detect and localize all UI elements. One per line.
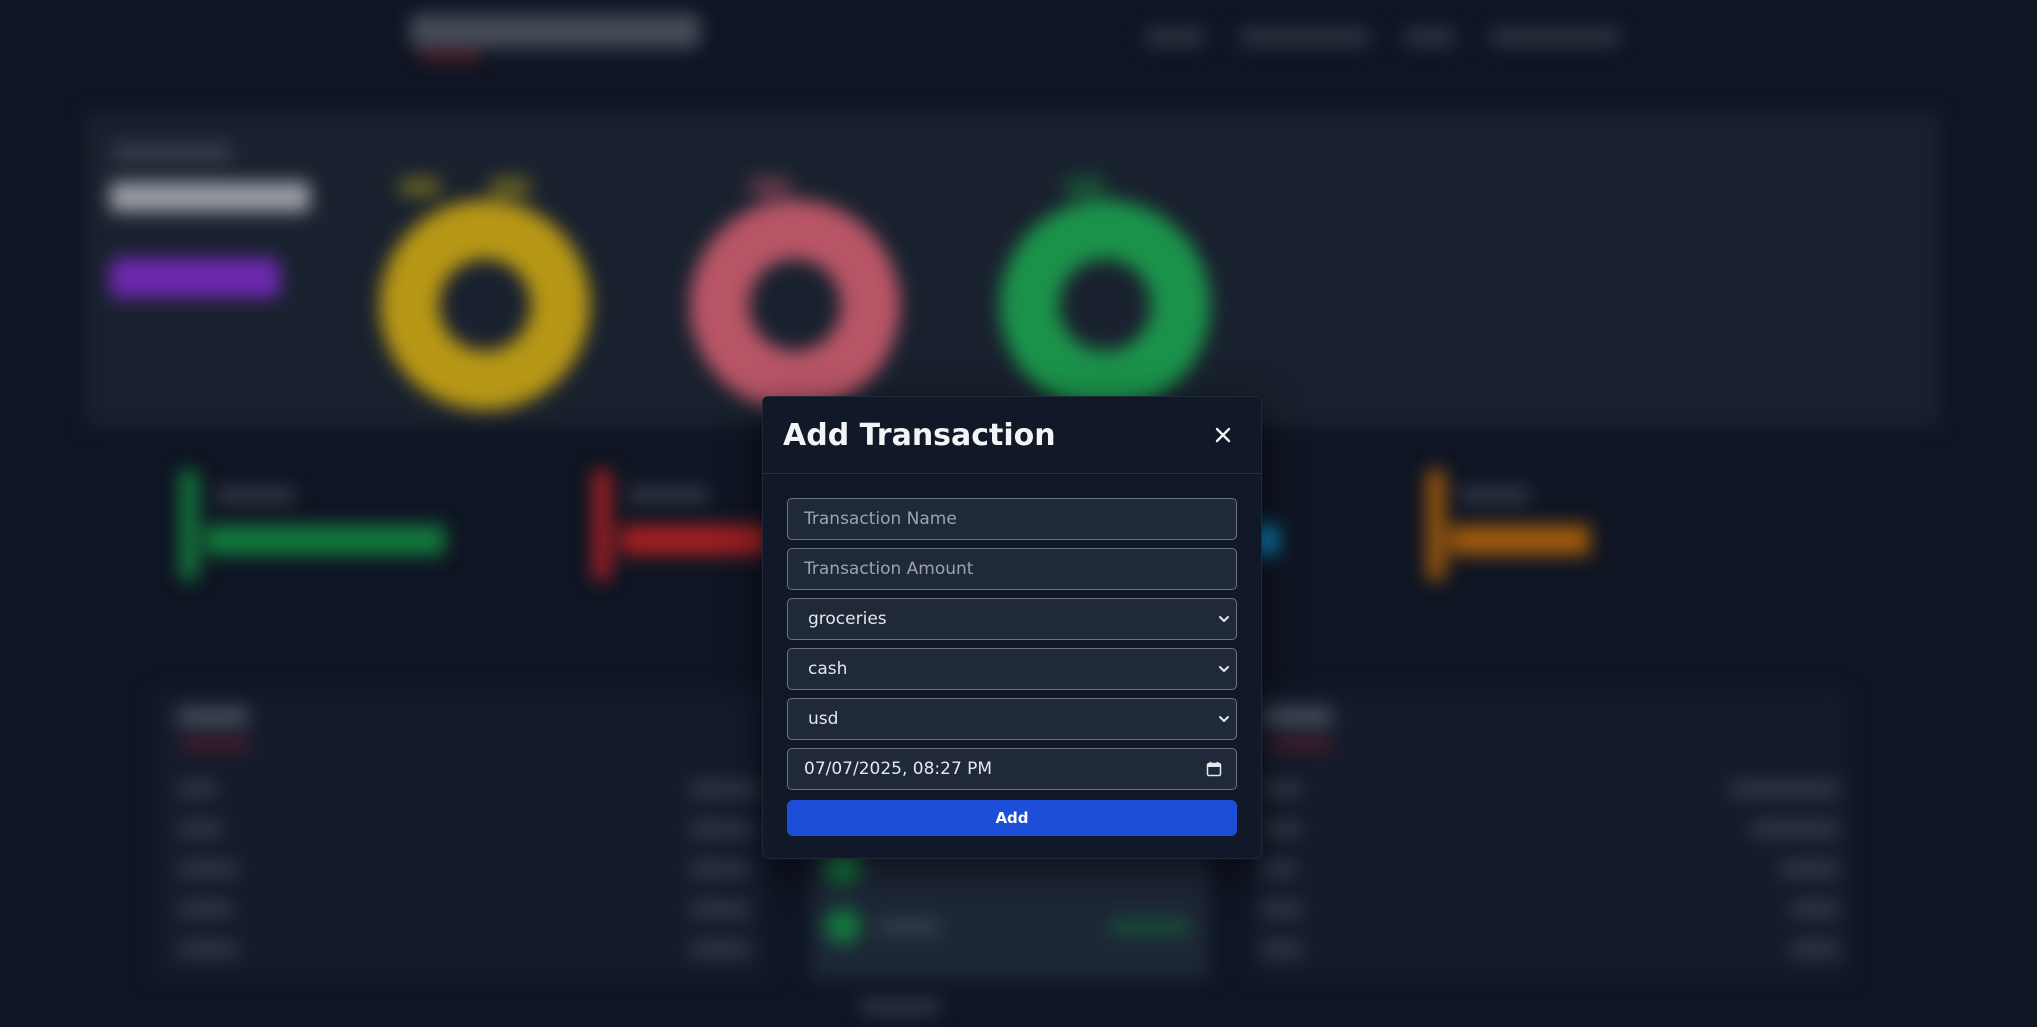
add-button[interactable]: Add [787, 800, 1237, 836]
chevron-down-icon [1219, 716, 1229, 722]
modal-body: groceries cash usd 07/07/2025, 08:27 PM [763, 474, 1261, 836]
modal-header: Add Transaction [763, 397, 1261, 474]
category-selected-value: groceries [808, 609, 887, 629]
currency-selected-value: usd [808, 709, 839, 729]
close-button[interactable] [1207, 419, 1239, 451]
category-select[interactable]: groceries [787, 598, 1237, 640]
payment-method-select[interactable]: cash [787, 648, 1237, 690]
add-transaction-modal: Add Transaction groceries cash usd [762, 396, 1262, 859]
calendar-icon[interactable] [1206, 761, 1222, 777]
datetime-value: 07/07/2025, 08:27 PM [804, 759, 993, 779]
close-icon [1215, 427, 1231, 443]
currency-select[interactable]: usd [787, 698, 1237, 740]
datetime-input[interactable]: 07/07/2025, 08:27 PM [787, 748, 1237, 790]
transaction-name-input[interactable] [787, 498, 1237, 540]
payment-method-selected-value: cash [808, 659, 848, 679]
modal-title: Add Transaction [783, 417, 1056, 453]
chevron-down-icon [1219, 616, 1229, 622]
transaction-amount-input[interactable] [787, 548, 1237, 590]
chevron-down-icon [1219, 666, 1229, 672]
